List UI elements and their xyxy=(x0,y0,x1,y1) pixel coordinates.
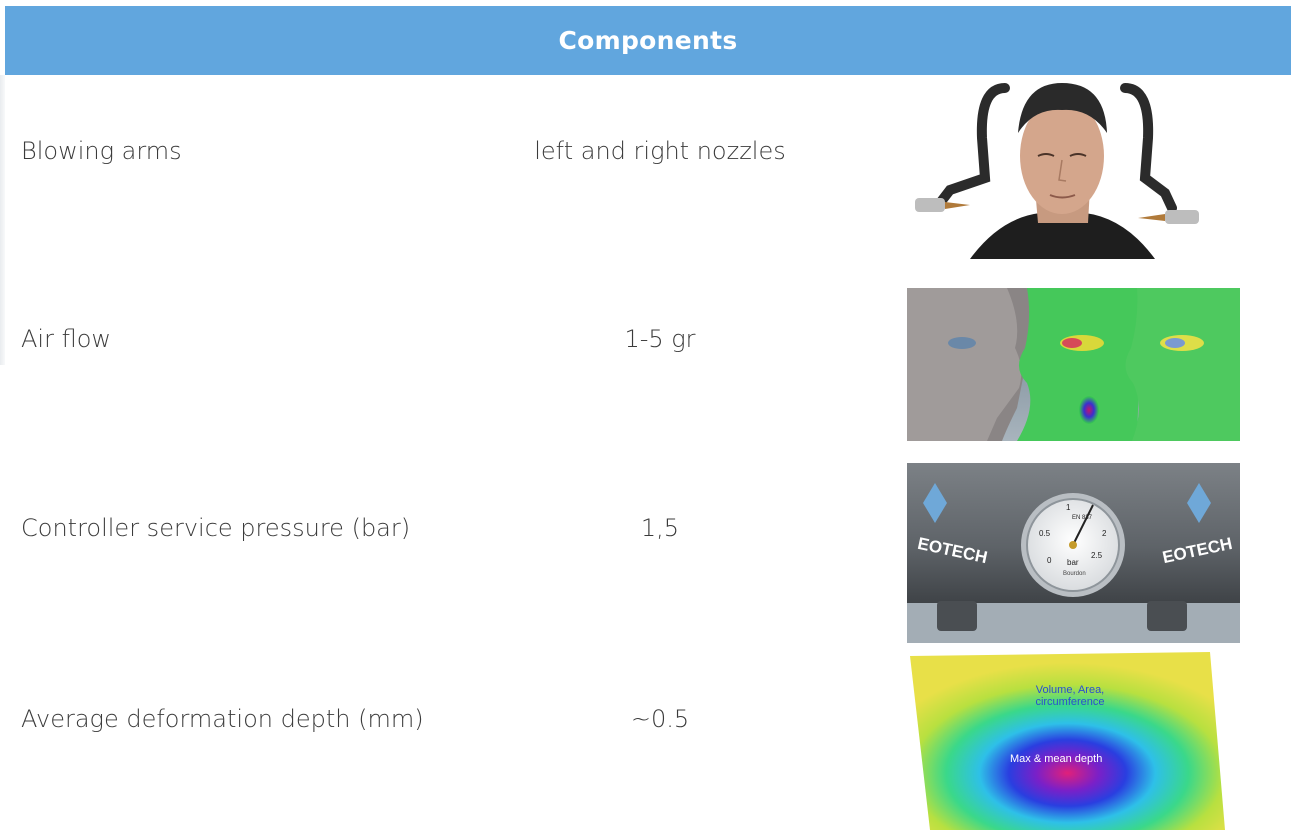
row-label: Air flow xyxy=(21,325,112,353)
deformation-heatmap: Volume, Area, circumference Max & mean d… xyxy=(910,652,1230,830)
volume-area-label: Volume, Area, circumference xyxy=(1035,684,1105,708)
row-value: 1-5 gr xyxy=(624,325,696,353)
row-value: left and right nozzles xyxy=(534,137,786,165)
head-device-photo xyxy=(910,78,1210,259)
gauge-maker: Bourdon xyxy=(1063,571,1086,577)
components-header: Components xyxy=(5,6,1291,75)
row-label: Average deformation depth (mm) xyxy=(21,705,424,733)
gauge-scale-2: 2 xyxy=(1102,529,1107,538)
gauge-scale-1: 1 xyxy=(1066,503,1071,512)
page-title: Components xyxy=(558,26,738,55)
row-label: Blowing arms xyxy=(21,137,182,165)
row-value: 1,5 xyxy=(640,514,680,542)
face-scan-heatmap xyxy=(907,288,1240,441)
row-label: Controller service pressure (bar) xyxy=(21,514,411,542)
gauge-scale-05: 0.5 xyxy=(1039,529,1051,538)
depth-label: Max & mean depth xyxy=(1010,753,1103,765)
pressure-gauge-photo: EOTECH EOTECH 1 0.5 2 0 2.5 EN 837 bar B… xyxy=(907,463,1240,643)
gauge-scale-0: 0 xyxy=(1047,556,1052,565)
gauge-model: EN 837 xyxy=(1072,515,1093,521)
gauge-scale-25: 2.5 xyxy=(1091,551,1103,560)
row-value: ~0.5 xyxy=(630,705,690,733)
gauge-unit: bar xyxy=(1067,558,1079,567)
